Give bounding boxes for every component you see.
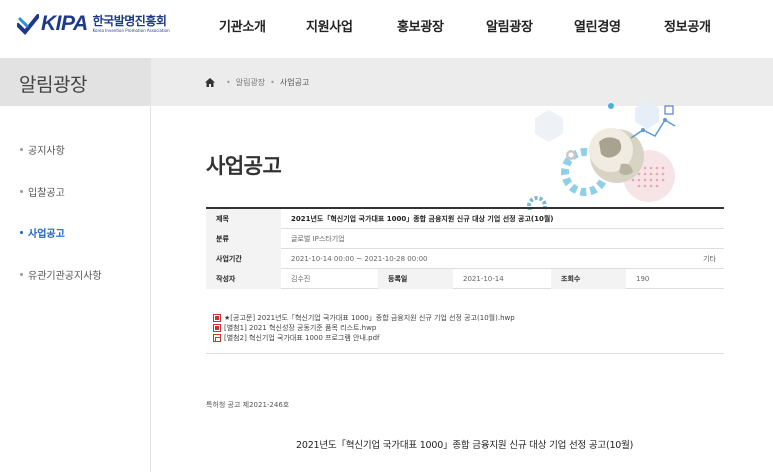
category-label: 분류 — [206, 229, 281, 249]
writer-label: 작성자 — [206, 269, 281, 289]
sidebar-item-label: 입찰공고 — [28, 188, 65, 199]
breadcrumb-item-current[interactable]: 사업공고 — [280, 77, 309, 88]
breadcrumb-separator: • — [226, 78, 231, 87]
home-icon[interactable] — [205, 78, 215, 87]
breadcrumb-item-notice[interactable]: 알림광장 — [236, 77, 265, 88]
attachment-item[interactable]: [별첨1] 2021 혁신성장 공동기준 품목 리스트.hwp — [213, 323, 515, 333]
sidebar-item-label: 공지사항 — [28, 146, 65, 157]
nav-item-notice[interactable]: 알림광장 — [486, 16, 533, 35]
nav-item-about[interactable]: 기관소개 — [219, 16, 266, 35]
table-row: 작성자 김수진 등록일 2021-10-14 조회수 190 — [206, 269, 724, 289]
attachment-list: ★[공고문] 2021년도「혁신기업 국가대표 1000」종합 금융지원 신규 … — [213, 313, 515, 343]
pdf-file-icon — [213, 334, 221, 342]
post-info-table: 제목 2021년도「혁신기업 국가대표 1000」종합 금융지원 신규 대상 기… — [206, 207, 724, 289]
breadcrumb: • 알림광장 • 사업공고 — [205, 77, 309, 88]
bullet-icon — [20, 273, 23, 276]
attachment-item[interactable]: [별첨2] 혁신기업 국가대표 1000 프로그램 안내.pdf — [213, 333, 515, 343]
globe-gears-illustration — [527, 101, 676, 210]
post-writer: 김수진 — [291, 275, 311, 283]
logo-english-name: Korea Invention Promotion Association — [92, 28, 170, 33]
sidebar-item-notices[interactable]: 공지사항 — [20, 142, 65, 157]
hwp-file-icon — [213, 324, 221, 332]
table-row: 분류 글로벌 IP스타기업 — [206, 229, 724, 249]
post-subject: 2021년도「혁신기업 국가대표 1000」종합 금융지원 신규 대상 기업 선… — [291, 215, 554, 223]
nav-item-management[interactable]: 열린경영 — [574, 16, 621, 35]
sidebar-item-label: 유관기관공지사항 — [28, 271, 102, 282]
bullet-icon — [20, 231, 23, 234]
body-title: 2021년도「혁신기업 국가대표 1000」종합 금융지원 신규 대상 기업 선… — [296, 440, 634, 451]
page-title: 사업공고 — [206, 154, 282, 178]
post-period: 2021-10-14 00:00 ~ 2021-10-28 00:00 — [291, 255, 428, 263]
sidebar-item-related-notices[interactable]: 유관기관공지사항 — [20, 267, 102, 282]
section-title-box: 알림광장 — [0, 58, 151, 106]
sidebar-item-label: 사업공고 — [28, 229, 65, 240]
sidebar-item-business-notices[interactable]: 사업공고 — [20, 225, 65, 240]
site-logo[interactable]: KIPA 한국발명진흥회 Korea Invention Promotion A… — [17, 10, 170, 38]
breadcrumb-separator: • — [270, 78, 275, 87]
attachment-name: [별첨2] 혁신기업 국가대표 1000 프로그램 안내.pdf — [224, 334, 380, 342]
attachment-name: ★[공고문] 2021년도「혁신기업 국가대표 1000」종합 금융지원 신규 … — [224, 314, 515, 322]
nav-item-disclosure[interactable]: 정보공개 — [664, 16, 711, 35]
attachment-name: [별첨1] 2021 혁신성장 공동기준 품목 리스트.hwp — [224, 324, 377, 332]
nav-item-support[interactable]: 지원사업 — [306, 16, 353, 35]
post-status: 기타 — [703, 255, 716, 263]
table-row: 사업기간 2021-10-14 00:00 ~ 2021-10-28 00:00… — [206, 249, 724, 269]
section-title: 알림광장 — [19, 74, 87, 96]
sidebar: 공지사항 입찰공고 사업공고 유관기관공지사항 — [0, 106, 151, 472]
attachment-item[interactable]: ★[공고문] 2021년도「혁신기업 국가대표 1000」종합 금융지원 신규 … — [213, 313, 515, 323]
date-label: 등록일 — [378, 269, 453, 289]
nav-item-pr[interactable]: 홍보광장 — [397, 16, 444, 35]
hwp-file-icon — [213, 314, 221, 322]
notice-number: 특허청 공고 제2021-246호 — [206, 401, 290, 409]
divider — [206, 353, 724, 354]
site-header: KIPA 한국발명진흥회 Korea Invention Promotion A… — [0, 0, 773, 50]
bullet-icon — [20, 190, 23, 193]
table-row: 제목 2021년도「혁신기업 국가대표 1000」종합 금융지원 신규 대상 기… — [206, 209, 724, 229]
kipa-logo-icon — [17, 14, 39, 35]
subject-label: 제목 — [206, 209, 281, 229]
post-date: 2021-10-14 — [463, 275, 504, 283]
logo-korean-name: 한국발명진흥회 — [92, 14, 167, 28]
views-label: 조회수 — [551, 269, 626, 289]
sidebar-item-bids[interactable]: 입찰공고 — [20, 184, 65, 199]
logo-wordmark: KIPA — [41, 12, 88, 35]
post-category: 글로벌 IP스타기업 — [291, 235, 345, 243]
bullet-icon — [20, 148, 23, 151]
post-views: 190 — [636, 275, 650, 283]
period-label: 사업기간 — [206, 249, 281, 269]
